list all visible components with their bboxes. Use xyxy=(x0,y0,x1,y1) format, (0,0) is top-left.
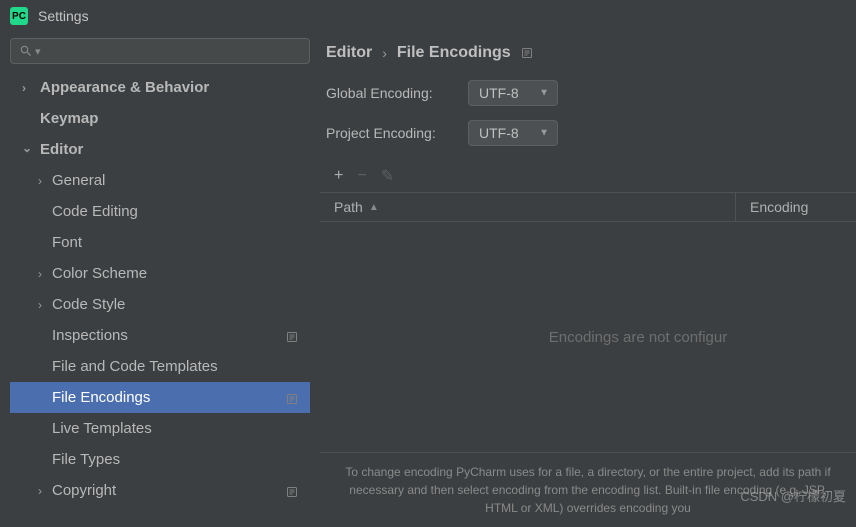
tree-item-font[interactable]: Font xyxy=(10,227,310,258)
tree-item-label: Font xyxy=(52,234,82,251)
encodings-toolbar: + − ✎ xyxy=(320,160,856,192)
tree-item-label: Copyright xyxy=(52,482,116,499)
sort-ascending-icon: ▲ xyxy=(369,202,379,213)
chevron-down-icon: ▼ xyxy=(539,128,549,139)
tree-item-label: Appearance & Behavior xyxy=(40,79,209,96)
breadcrumb: Editor › File Encodings xyxy=(320,44,856,80)
tree-item-code-style[interactable]: Code Style xyxy=(10,289,310,320)
search-input[interactable]: ▾ xyxy=(10,38,310,64)
window-titlebar: PC Settings xyxy=(0,0,856,32)
tree-item-label: Code Style xyxy=(52,296,125,313)
chevron-right-icon xyxy=(38,298,48,312)
project-settings-badge-icon xyxy=(286,485,298,497)
column-path[interactable]: Path ▲ xyxy=(320,193,736,221)
chevron-right-icon: › xyxy=(382,45,387,61)
tree-item-label: File Encodings xyxy=(52,389,150,406)
chevron-down-icon xyxy=(22,143,32,157)
tree-item-live-templates[interactable]: Live Templates xyxy=(10,413,310,444)
project-settings-badge-icon xyxy=(521,47,533,59)
column-encoding-label: Encoding xyxy=(750,199,808,215)
column-encoding[interactable]: Encoding xyxy=(736,193,856,221)
tree-item-label: Live Templates xyxy=(52,420,152,437)
tree-item-keymap[interactable]: Keymap xyxy=(10,103,310,134)
tree-item-label: Inspections xyxy=(52,327,128,344)
app-icon: PC xyxy=(10,7,28,25)
window-title: Settings xyxy=(38,8,89,24)
column-path-label: Path xyxy=(334,199,363,215)
chevron-right-icon xyxy=(22,81,32,95)
project-encoding-select[interactable]: UTF-8 ▼ xyxy=(468,120,558,146)
edit-button: ✎ xyxy=(381,166,394,186)
chevron-right-icon xyxy=(38,484,48,498)
tree-item-code-editing[interactable]: Code Editing xyxy=(10,196,310,227)
chevron-right-icon xyxy=(38,267,48,281)
tree-item-appearance-behavior[interactable]: Appearance & Behavior xyxy=(10,72,310,103)
global-encoding-value: UTF-8 xyxy=(479,85,519,101)
tree-item-editor[interactable]: Editor xyxy=(10,134,310,165)
add-button[interactable]: + xyxy=(334,167,343,185)
project-encoding-value: UTF-8 xyxy=(479,125,519,141)
search-caret-icon: ▾ xyxy=(35,45,41,58)
tree-item-copyright[interactable]: Copyright xyxy=(10,475,310,506)
tree-item-label: Color Scheme xyxy=(52,265,147,282)
tree-item-file-and-code-templates[interactable]: File and Code Templates xyxy=(10,351,310,382)
tree-item-file-encodings[interactable]: File Encodings xyxy=(10,382,310,413)
tree-item-color-scheme[interactable]: Color Scheme xyxy=(10,258,310,289)
settings-sidebar: ▾ Appearance & Behavior Keymap Editor Gener… xyxy=(0,32,320,527)
breadcrumb-root: Editor xyxy=(326,44,372,62)
breadcrumb-leaf: File Encodings xyxy=(397,44,511,62)
remove-button: − xyxy=(357,167,366,185)
tree-item-label: Code Editing xyxy=(52,203,138,220)
encodings-table-body: Encodings are not configur xyxy=(320,222,856,453)
chevron-right-icon xyxy=(38,174,48,188)
settings-tree: Appearance & Behavior Keymap Editor General… xyxy=(10,72,310,521)
project-settings-badge-icon xyxy=(286,392,298,404)
tree-item-label: File and Code Templates xyxy=(52,358,218,375)
empty-state-text: Encodings are not configur xyxy=(549,329,727,346)
tree-item-label: Keymap xyxy=(40,110,98,127)
global-encoding-label: Global Encoding: xyxy=(326,85,468,101)
tree-item-file-types[interactable]: File Types xyxy=(10,444,310,475)
search-icon xyxy=(19,44,33,58)
global-encoding-select[interactable]: UTF-8 ▼ xyxy=(468,80,558,106)
footer-note: To change encoding PyCharm uses for a fi… xyxy=(320,453,856,527)
chevron-down-icon: ▼ xyxy=(539,88,549,99)
tree-item-label: General xyxy=(52,172,105,189)
settings-content: Editor › File Encodings Global Encoding:… xyxy=(320,32,856,527)
tree-item-general[interactable]: General xyxy=(10,165,310,196)
project-encoding-label: Project Encoding: xyxy=(326,125,468,141)
project-settings-badge-icon xyxy=(286,330,298,342)
encodings-table-header: Path ▲ Encoding xyxy=(320,192,856,222)
tree-item-inspections[interactable]: Inspections xyxy=(10,320,310,351)
tree-item-label: Editor xyxy=(40,141,83,158)
tree-item-label: File Types xyxy=(52,451,120,468)
